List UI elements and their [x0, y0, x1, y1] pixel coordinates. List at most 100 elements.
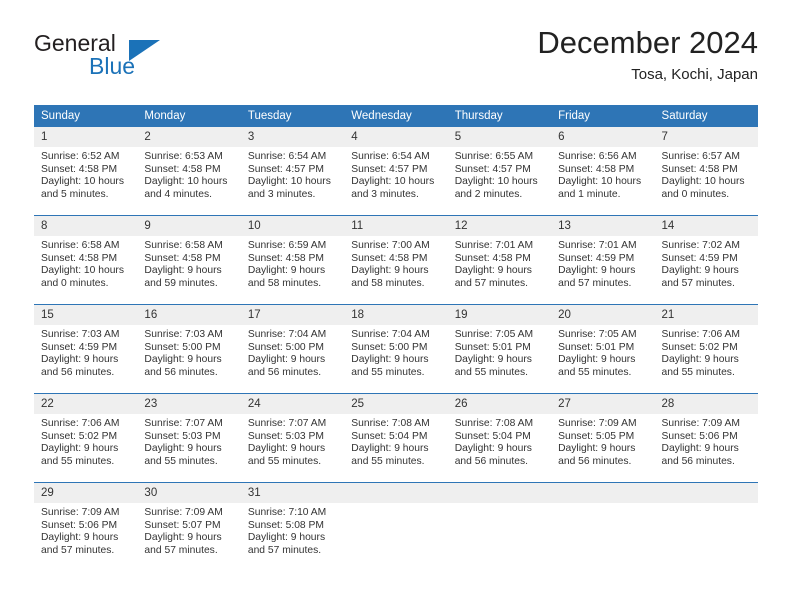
day-cell-inner: 25 Sunrise: 7:08 AM Sunset: 5:04 PM Dayligh…	[344, 394, 448, 482]
day-number: 27	[551, 394, 655, 414]
calendar-header-row-group: Sunday Monday Tuesday Wednesday Thursday…	[34, 105, 758, 127]
calendar-day-cell[interactable]: 6 Sunrise: 6:56 AM Sunset: 4:58 PM Daylight…	[551, 127, 655, 216]
day-cell-inner: 3 Sunrise: 6:54 AM Sunset: 4:57 PM Daylight…	[240, 127, 345, 215]
calendar-day-cell[interactable]: 14 Sunrise: 7:02 AM Sunset: 4:59 PM Dayligh…	[654, 215, 758, 305]
daylight-text: Daylight: 9 hours and 57 minutes.	[558, 265, 636, 289]
calendar-day-cell[interactable]: 19 Sunrise: 7:05 AM Sunset: 5:01 PM Dayligh…	[447, 304, 552, 394]
calendar-day-cell[interactable]: 30 Sunrise: 7:09 AM Sunset: 5:07 PM Dayligh…	[137, 482, 241, 571]
day-cell-inner: 4 Sunrise: 6:54 AM Sunset: 4:57 PM Daylight…	[344, 127, 448, 215]
day-cell-inner: 5 Sunrise: 6:55 AM Sunset: 4:57 PM Daylight…	[447, 127, 552, 215]
day-sun-info: Sunrise: 7:02 AM Sunset: 4:59 PM Daylight:…	[655, 236, 758, 290]
daylight-text: Daylight: 9 hours and 55 minutes.	[41, 443, 119, 467]
calendar-day-cell[interactable]: 16 Sunrise: 7:03 AM Sunset: 5:00 PM Dayligh…	[137, 304, 241, 394]
calendar-day-cell[interactable]: 4 Sunrise: 6:54 AM Sunset: 4:57 PM Daylight…	[344, 127, 448, 216]
day-cell-inner: 1 Sunrise: 6:52 AM Sunset: 4:58 PM Daylight…	[34, 127, 138, 215]
sunset-text: Sunset: 4:58 PM	[41, 252, 118, 264]
day-number: 15	[34, 305, 138, 325]
day-sun-info: Sunrise: 6:52 AM Sunset: 4:58 PM Daylight:…	[34, 147, 137, 201]
weekday-header-wednesday: Wednesday	[344, 105, 448, 127]
daylight-text: Daylight: 9 hours and 55 minutes.	[661, 354, 739, 378]
calendar-day-cell[interactable]: 28 Sunrise: 7:09 AM Sunset: 5:06 PM Dayligh…	[654, 393, 758, 483]
calendar-day-cell[interactable]: 5 Sunrise: 6:55 AM Sunset: 4:57 PM Daylight…	[447, 127, 552, 216]
sunset-text: Sunset: 5:06 PM	[661, 430, 738, 442]
daylight-text: Daylight: 9 hours and 56 minutes.	[558, 443, 636, 467]
daylight-text: Daylight: 10 hours and 2 minutes.	[454, 176, 538, 200]
day-sun-info: Sunrise: 7:04 AM Sunset: 5:00 PM Daylight:…	[344, 325, 447, 379]
day-cell-inner: 12 Sunrise: 7:01 AM Sunset: 4:58 PM Dayligh…	[447, 216, 552, 304]
day-cell-inner	[551, 483, 655, 571]
day-number: 26	[447, 394, 552, 414]
calendar-day-cell[interactable]: 1 Sunrise: 6:52 AM Sunset: 4:58 PM Daylight…	[34, 127, 138, 216]
day-cell-inner	[654, 483, 758, 571]
sunset-text: Sunset: 5:07 PM	[144, 519, 221, 531]
sunrise-text: Sunrise: 7:01 AM	[454, 240, 534, 251]
daylight-text: Daylight: 9 hours and 57 minutes.	[661, 265, 739, 289]
day-number: 13	[551, 216, 655, 236]
day-sun-info: Sunrise: 7:00 AM Sunset: 4:58 PM Daylight:…	[344, 236, 447, 290]
calendar-day-cell[interactable]: 25 Sunrise: 7:08 AM Sunset: 5:04 PM Dayligh…	[344, 393, 448, 483]
sunrise-text: Sunrise: 6:54 AM	[351, 151, 430, 162]
calendar-cell-empty	[551, 482, 655, 571]
calendar-day-cell[interactable]: 3 Sunrise: 6:54 AM Sunset: 4:57 PM Daylight…	[240, 127, 345, 216]
day-number: 30	[137, 483, 241, 503]
day-sun-info: Sunrise: 7:06 AM Sunset: 5:02 PM Daylight:…	[655, 325, 758, 379]
calendar-day-cell[interactable]: 22 Sunrise: 7:06 AM Sunset: 5:02 PM Dayligh…	[34, 393, 138, 483]
day-sun-info: Sunrise: 6:58 AM Sunset: 4:58 PM Daylight:…	[34, 236, 137, 290]
day-sun-info: Sunrise: 7:08 AM Sunset: 5:04 PM Daylight:…	[448, 414, 551, 468]
daylight-text: Daylight: 9 hours and 58 minutes.	[247, 265, 326, 289]
day-sun-info: Sunrise: 7:03 AM Sunset: 5:00 PM Daylight:…	[137, 325, 240, 379]
day-sun-info: Sunrise: 7:09 AM Sunset: 5:07 PM Daylight:…	[137, 503, 240, 557]
page-subtitle-location: Tosa, Kochi, Japan	[631, 66, 758, 83]
sunset-text: Sunset: 5:04 PM	[454, 430, 531, 442]
day-number: 17	[240, 305, 345, 325]
calendar-day-cell[interactable]: 18 Sunrise: 7:04 AM Sunset: 5:00 PM Dayligh…	[344, 304, 448, 394]
calendar-day-cell[interactable]: 10 Sunrise: 6:59 AM Sunset: 4:58 PM Dayligh…	[240, 215, 345, 305]
calendar-day-cell[interactable]: 27 Sunrise: 7:09 AM Sunset: 5:05 PM Dayligh…	[551, 393, 655, 483]
sunrise-text: Sunrise: 7:05 AM	[558, 329, 637, 340]
calendar-day-cell[interactable]: 31 Sunrise: 7:10 AM Sunset: 5:08 PM Dayligh…	[240, 482, 345, 571]
day-number: 25	[344, 394, 448, 414]
sunrise-text: Sunrise: 7:09 AM	[144, 507, 223, 518]
calendar-week-row: 1 Sunrise: 6:52 AM Sunset: 4:58 PM Daylight…	[34, 127, 758, 216]
day-cell-inner: 11 Sunrise: 7:00 AM Sunset: 4:58 PM Dayligh…	[344, 216, 448, 304]
calendar-day-cell[interactable]: 23 Sunrise: 7:07 AM Sunset: 5:03 PM Dayligh…	[137, 393, 241, 483]
calendar-week-row: 15 Sunrise: 7:03 AM Sunset: 4:59 PM Dayligh…	[34, 304, 758, 394]
calendar-day-cell[interactable]: 26 Sunrise: 7:08 AM Sunset: 5:04 PM Dayligh…	[447, 393, 552, 483]
sunrise-text: Sunrise: 7:09 AM	[558, 418, 637, 429]
calendar-day-cell[interactable]: 24 Sunrise: 7:07 AM Sunset: 5:03 PM Dayligh…	[240, 393, 345, 483]
calendar-page: General Blue December 2024 Tosa, Kochi, …	[0, 0, 792, 612]
calendar-week-row: 29 Sunrise: 7:09 AM Sunset: 5:06 PM Dayligh…	[34, 482, 758, 571]
day-sun-info: Sunrise: 7:01 AM Sunset: 4:58 PM Daylight:…	[448, 236, 551, 290]
calendar-day-cell[interactable]: 20 Sunrise: 7:05 AM Sunset: 5:01 PM Dayligh…	[551, 304, 655, 394]
calendar-day-cell[interactable]: 29 Sunrise: 7:09 AM Sunset: 5:06 PM Dayligh…	[34, 482, 138, 571]
sunrise-text: Sunrise: 7:10 AM	[247, 507, 327, 518]
calendar-day-cell[interactable]: 11 Sunrise: 7:00 AM Sunset: 4:58 PM Dayligh…	[344, 215, 448, 305]
sunset-text: Sunset: 5:01 PM	[454, 341, 531, 353]
day-cell-inner: 29 Sunrise: 7:09 AM Sunset: 5:06 PM Dayligh…	[34, 483, 138, 571]
calendar-day-cell[interactable]: 7 Sunrise: 6:57 AM Sunset: 4:58 PM Daylight…	[654, 127, 758, 216]
day-number: 21	[654, 305, 758, 325]
calendar-table: Sunday Monday Tuesday Wednesday Thursday…	[34, 105, 758, 571]
sunset-text: Sunset: 4:58 PM	[144, 252, 221, 264]
daylight-text: Daylight: 10 hours and 0 minutes.	[661, 176, 745, 200]
calendar-day-cell[interactable]: 17 Sunrise: 7:04 AM Sunset: 5:00 PM Dayligh…	[240, 304, 345, 394]
daylight-text: Daylight: 10 hours and 3 minutes.	[247, 176, 331, 200]
calendar-day-cell[interactable]: 21 Sunrise: 7:06 AM Sunset: 5:02 PM Dayligh…	[654, 304, 758, 394]
calendar-day-cell[interactable]: 9 Sunrise: 6:58 AM Sunset: 4:58 PM Daylight…	[137, 215, 241, 305]
calendar-day-cell[interactable]: 12 Sunrise: 7:01 AM Sunset: 4:58 PM Dayligh…	[447, 215, 552, 305]
calendar-day-cell[interactable]: 15 Sunrise: 7:03 AM Sunset: 4:59 PM Dayligh…	[34, 304, 138, 394]
sunrise-text: Sunrise: 6:52 AM	[41, 151, 120, 162]
day-number: 29	[34, 483, 138, 503]
calendar-day-cell[interactable]: 13 Sunrise: 7:01 AM Sunset: 4:59 PM Dayligh…	[551, 215, 655, 305]
weekday-header-thursday: Thursday	[447, 105, 552, 127]
day-cell-inner: 16 Sunrise: 7:03 AM Sunset: 5:00 PM Dayligh…	[137, 305, 241, 393]
day-cell-inner: 14 Sunrise: 7:02 AM Sunset: 4:59 PM Dayligh…	[654, 216, 758, 304]
day-cell-inner: 13 Sunrise: 7:01 AM Sunset: 4:59 PM Dayligh…	[551, 216, 655, 304]
day-number	[344, 483, 448, 503]
calendar-day-cell[interactable]: 8 Sunrise: 6:58 AM Sunset: 4:58 PM Daylight…	[34, 215, 138, 305]
day-cell-inner: 10 Sunrise: 6:59 AM Sunset: 4:58 PM Dayligh…	[240, 216, 345, 304]
calendar-day-cell[interactable]: 2 Sunrise: 6:53 AM Sunset: 4:58 PM Daylight…	[137, 127, 241, 216]
day-cell-inner: 19 Sunrise: 7:05 AM Sunset: 5:01 PM Dayligh…	[447, 305, 552, 393]
day-sun-info: Sunrise: 6:58 AM Sunset: 4:58 PM Daylight:…	[137, 236, 240, 290]
sunset-text: Sunset: 5:03 PM	[144, 430, 221, 442]
